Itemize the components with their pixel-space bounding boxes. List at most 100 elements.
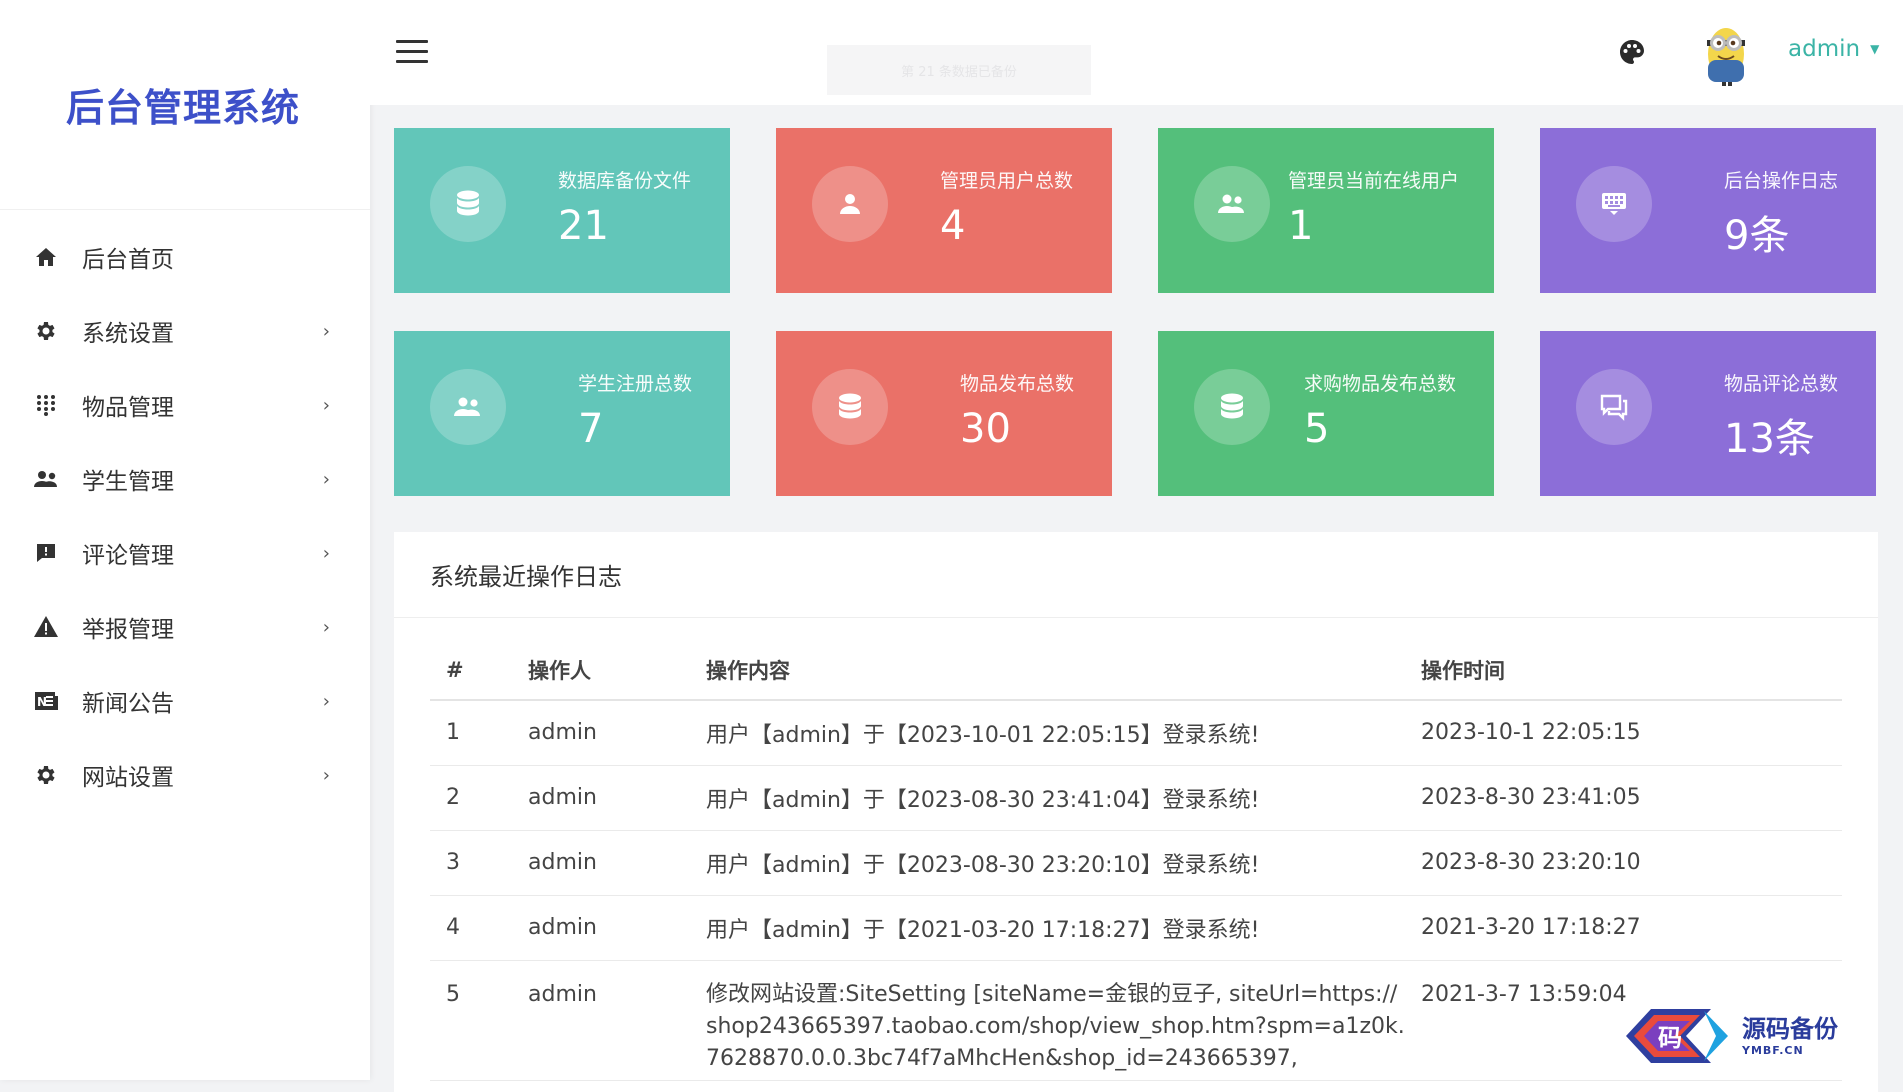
watermark-text: 源码备份 — [1742, 1013, 1838, 1043]
cell-time: 2023-8-30 23:41:05 — [1405, 765, 1842, 831]
sidebar-item-label: 网站设置 — [82, 765, 174, 791]
table-row: 1 admin 用户【admin】于【2023-10-01 22:05:15】登… — [430, 700, 1842, 766]
caret-down-icon: ▼ — [1870, 42, 1880, 56]
cell-operator: admin — [512, 765, 690, 831]
toast-message: 第 21 条数据已备份 — [827, 45, 1091, 95]
panel-title: 系统最近操作日志 — [394, 532, 1878, 618]
sidebar-item-label: 举报管理 — [82, 617, 174, 643]
sidebar-item-system-settings[interactable]: 系统设置 › — [0, 294, 370, 368]
stat-card-student-registrations[interactable]: 学生注册总数 7 — [394, 331, 730, 496]
stat-label: 数据库备份文件 — [558, 170, 692, 192]
watermark-domain: YMBF.CN — [1742, 1043, 1804, 1057]
top-header: 第 21 条数据已备份 admin ▼ — [370, 0, 1903, 105]
cell-content: 用户【admin】于【2023-08-30 23:20:10】登录系统! — [690, 830, 1405, 896]
sidebar-item-label: 后台首页 — [82, 247, 174, 273]
sidebar-item-label: 新闻公告 — [82, 691, 174, 717]
column-header: 操作内容 — [690, 640, 1405, 701]
stat-value: 5 — [1304, 406, 1330, 452]
comment-icon — [32, 539, 60, 567]
svg-text:码: 码 — [1658, 1023, 1682, 1052]
home-icon — [32, 243, 60, 271]
sidebar-item-students[interactable]: 学生管理 › — [0, 442, 370, 516]
stat-label: 物品评论总数 — [1724, 373, 1839, 395]
sidebar-item-comments[interactable]: 评论管理 › — [0, 516, 370, 590]
stat-card-operation-logs[interactable]: 后台操作日志 9条 — [1540, 128, 1876, 293]
stat-card-backup-files[interactable]: 数据库备份文件 21 — [394, 128, 730, 293]
stat-card-wanted-items[interactable]: 求购物品发布总数 5 — [1158, 331, 1494, 496]
sidebar-item-label: 系统设置 — [82, 321, 174, 347]
people-icon — [32, 465, 60, 493]
stat-value: 9条 — [1724, 213, 1790, 259]
table-row: 4 admin 用户【admin】于【2021-03-20 17:18:27】登… — [430, 895, 1842, 961]
people-icon — [430, 369, 506, 445]
brand-title: 后台管理系统 — [65, 86, 300, 130]
sidebar-item-reports[interactable]: 举报管理 › — [0, 590, 370, 664]
stat-label: 求购物品发布总数 — [1304, 373, 1457, 395]
cell-operator: admin — [512, 830, 690, 896]
stat-card-admin-users[interactable]: 管理员用户总数 4 — [776, 128, 1112, 293]
table-header-row: # 操作人 操作内容 操作时间 — [430, 640, 1842, 701]
sidebar-item-label: 评论管理 — [82, 543, 174, 569]
cell-num: 2 — [430, 765, 512, 831]
database-icon — [812, 369, 888, 445]
cell-num: 3 — [430, 830, 512, 896]
cell-time: 2023-8-30 23:20:10 — [1405, 830, 1842, 896]
chevron-right-icon: › — [322, 690, 330, 712]
sidebar-item-label: 物品管理 — [82, 395, 174, 421]
table-row: 2 admin 用户【admin】于【2023-08-30 23:41:04】登… — [430, 765, 1842, 831]
watermark-emblem: 码 — [1626, 1009, 1728, 1063]
stat-card-online-admins[interactable]: 管理员当前在线用户 1 — [1158, 128, 1494, 293]
stat-label: 物品发布总数 — [960, 373, 1075, 395]
news-icon: N — [32, 687, 60, 715]
avatar[interactable] — [1698, 20, 1754, 86]
cell-num: 4 — [430, 895, 512, 961]
stat-value: 7 — [578, 406, 604, 452]
column-header: 操作人 — [512, 640, 690, 701]
database-icon — [1194, 369, 1270, 445]
keyboard-icon — [1576, 166, 1652, 242]
sidebar-menu: 后台首页 系统设置 › 物品管理 › 学生管理 › 评论管理 › 举报管理 › … — [0, 210, 370, 812]
cell-operator: admin — [512, 700, 690, 766]
warning-icon — [32, 613, 60, 641]
chevron-right-icon: › — [322, 764, 330, 786]
stat-label: 管理员当前在线用户 — [1288, 170, 1460, 192]
person-icon — [812, 166, 888, 242]
cell-time: 2023-10-1 22:05:15 — [1405, 700, 1842, 766]
palette-icon[interactable] — [1618, 38, 1648, 68]
stat-label: 后台操作日志 — [1724, 170, 1839, 192]
stats-cards: 数据库备份文件 21 管理员用户总数 4 管理员当前在线用户 1 后台操作日志 … — [394, 128, 1878, 496]
cell-content: 用户【admin】于【2021-03-20 17:18:27】登录系统! — [690, 895, 1405, 961]
sidebar-item-home[interactable]: 后台首页 — [0, 220, 370, 294]
cell-num: 1 — [430, 700, 512, 766]
chevron-right-icon: › — [322, 616, 330, 638]
sidebar-item-site-settings[interactable]: 网站设置 › — [0, 738, 370, 812]
stat-card-item-comments[interactable]: 物品评论总数 13条 — [1540, 331, 1876, 496]
cell-num: 5 — [430, 960, 512, 1081]
chevron-right-icon: › — [322, 542, 330, 564]
sidebar-item-label: 学生管理 — [82, 469, 174, 495]
stat-card-items-published[interactable]: 物品发布总数 30 — [776, 331, 1112, 496]
sidebar-item-news[interactable]: N 新闻公告 › — [0, 664, 370, 738]
brand: 后台管理系统 — [0, 0, 370, 210]
menu-toggle-icon[interactable] — [396, 40, 428, 64]
sidebar: 后台管理系统 后台首页 系统设置 › 物品管理 › 学生管理 › 评论管理 › … — [0, 0, 370, 1080]
gear-icon — [32, 317, 60, 345]
cell-operator: admin — [512, 895, 690, 961]
database-icon — [430, 166, 506, 242]
stat-value: 4 — [940, 203, 966, 249]
cell-content: 修改网站设置:SiteSetting [siteName=金银的豆子, site… — [690, 960, 1405, 1081]
column-header: 操作时间 — [1405, 640, 1842, 701]
grid-icon — [32, 391, 60, 419]
username: admin — [1788, 36, 1861, 62]
chevron-right-icon: › — [322, 468, 330, 490]
user-menu[interactable]: admin ▼ — [1788, 36, 1879, 62]
svg-text:N: N — [37, 695, 47, 709]
stat-value: 13条 — [1724, 416, 1815, 462]
cell-content: 用户【admin】于【2023-10-01 22:05:15】登录系统! — [690, 700, 1405, 766]
watermark-logo: 码 源码备份 YMBF.CN — [1616, 996, 1886, 1076]
stat-label: 学生注册总数 — [578, 373, 693, 395]
chevron-right-icon: › — [322, 320, 330, 342]
gear-icon — [32, 761, 60, 789]
sidebar-item-items[interactable]: 物品管理 › — [0, 368, 370, 442]
people-icon — [1194, 166, 1270, 242]
